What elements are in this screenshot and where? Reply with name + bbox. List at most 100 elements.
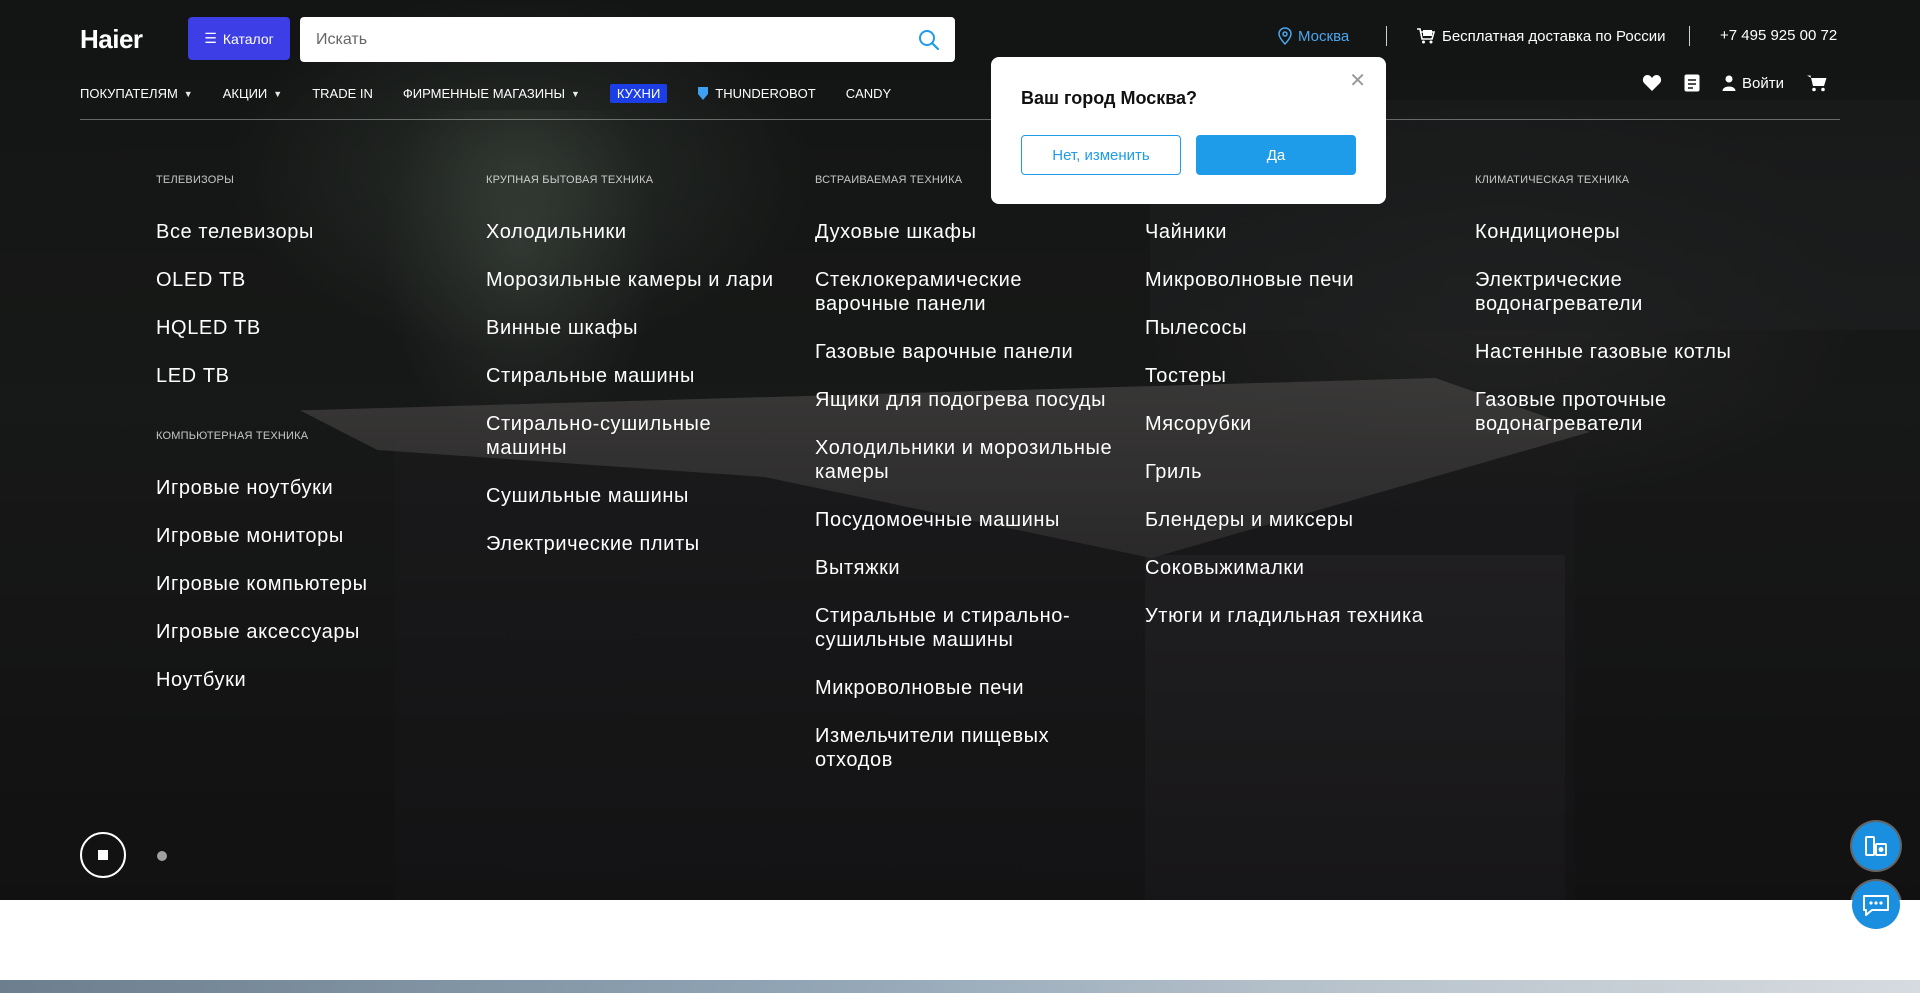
- menu-link[interactable]: Стиральные машины: [486, 364, 774, 388]
- menu-link[interactable]: Утюги и гладильная техника: [1145, 604, 1424, 628]
- menu-link[interactable]: Микроволновые печи: [815, 676, 1115, 700]
- caret-down-icon: ▼: [570, 88, 580, 99]
- menu-link[interactable]: Игровые мониторы: [156, 524, 368, 548]
- nav-divider: [80, 119, 1840, 120]
- search-input[interactable]: [300, 17, 900, 62]
- menu-link[interactable]: Электрические водонагреватели: [1475, 268, 1715, 316]
- city-selector[interactable]: Москва: [1278, 27, 1349, 45]
- chat-button[interactable]: [1852, 881, 1900, 929]
- menu-heading: КРУПНАЯ БЫТОВАЯ ТЕХНИКА: [486, 174, 654, 186]
- menu-heading: КЛИМАТИЧЕСКАЯ ТЕХНИКА: [1475, 174, 1630, 186]
- menu-link[interactable]: Стирально-сушильные машины: [486, 412, 726, 460]
- nav-item-kitchens[interactable]: КУХНИ: [609, 84, 668, 103]
- menu-link[interactable]: Чайники: [1145, 220, 1424, 244]
- catalog-button[interactable]: ☰ Каталог: [188, 17, 290, 60]
- city-name: Москва: [1298, 27, 1350, 45]
- products-widget-button[interactable]: [1852, 822, 1900, 870]
- menu-link[interactable]: Кондиционеры: [1475, 220, 1732, 244]
- menu-column-tv: ТЕЛЕВИЗОРЫ Все телевизоры OLED ТВ HQLED …: [156, 174, 368, 716]
- menu-link[interactable]: Сушильные машины: [486, 484, 774, 508]
- menu-link[interactable]: Тостеры: [1145, 364, 1424, 388]
- menu-column-built-in: ВСТРАИВАЕМАЯ ТЕХНИКА Духовые шкафы Стекл…: [815, 174, 1115, 796]
- nav-label: КУХНИ: [609, 84, 668, 103]
- main-nav: ПОКУПАТЕЛЯМ ▼ АКЦИИ ▼ TRADE IN ФИРМЕННЫЕ…: [80, 84, 921, 103]
- menu-link[interactable]: Игровые компьютеры: [156, 572, 368, 596]
- nav-label: АКЦИИ: [222, 86, 268, 101]
- nav-item-brand-stores[interactable]: ФИРМЕННЫЕ МАГАЗИНЫ ▼: [403, 86, 580, 101]
- menu-link[interactable]: Вытяжки: [815, 556, 1115, 580]
- menu-link[interactable]: Холодильники: [486, 220, 774, 244]
- menu-link[interactable]: Настенные газовые котлы: [1475, 340, 1732, 364]
- menu-link[interactable]: Игровые ноутбуки: [156, 476, 368, 500]
- menu-link[interactable]: Холодильники и морозильные камеры: [815, 436, 1115, 484]
- list-icon: ☰: [204, 30, 217, 46]
- nav-item-customers[interactable]: ПОКУПАТЕЛЯМ ▼: [80, 86, 193, 101]
- popup-title: Ваш город Москва?: [1021, 88, 1198, 108]
- menu-link[interactable]: Все телевизоры: [156, 220, 368, 244]
- menu-link[interactable]: Блендеры и миксеры: [1145, 508, 1424, 532]
- nav-label: THUNDEROBOT: [715, 86, 816, 101]
- menu-link[interactable]: Морозильные камеры и лари: [486, 268, 774, 292]
- location-pin-icon: [1278, 27, 1292, 45]
- menu-link[interactable]: Духовые шкафы: [815, 220, 1115, 244]
- menu-link[interactable]: Пылесосы: [1145, 316, 1424, 340]
- nav-label: ФИРМЕННЫЕ МАГАЗИНЫ: [402, 86, 565, 101]
- menu-link[interactable]: Гриль: [1145, 460, 1424, 484]
- menu-link[interactable]: Соковыжималки: [1145, 556, 1424, 580]
- change-city-button[interactable]: Нет, изменить: [1021, 135, 1181, 175]
- slider-pause-button[interactable]: [80, 832, 126, 878]
- menu-link[interactable]: LED ТВ: [156, 364, 368, 388]
- menu-link[interactable]: Стиральные и стирально-сушильные машины: [815, 604, 1085, 652]
- menu-link[interactable]: Ноутбуки: [156, 668, 368, 692]
- user-icon: [1722, 75, 1736, 91]
- menu-link[interactable]: Посудомоечные машины: [815, 508, 1115, 532]
- menu-link[interactable]: Газовые варочные панели: [815, 340, 1115, 364]
- menu-link[interactable]: Электрические плиты: [486, 532, 774, 556]
- heart-icon[interactable]: [1642, 74, 1662, 92]
- user-actions: Войти: [1642, 74, 1828, 92]
- chat-icon: [1863, 895, 1889, 916]
- search-icon[interactable]: [917, 28, 941, 52]
- menu-column-large-appliances: КРУПНАЯ БЫТОВАЯ ТЕХНИКА Холодильники Мор…: [486, 174, 774, 580]
- menu-link[interactable]: Мясорубки: [1145, 412, 1424, 436]
- cart-icon[interactable]: [1806, 74, 1828, 92]
- next-section-banner: [0, 980, 1920, 993]
- nav-item-thunderobot[interactable]: THUNDEROBOT: [697, 86, 816, 101]
- delivery-info[interactable]: Бесплатная доставка по России: [1416, 27, 1665, 45]
- menu-link[interactable]: Газовые проточные водонагреватели: [1475, 388, 1715, 436]
- compare-icon[interactable]: [1684, 74, 1700, 92]
- nav-item-promotions[interactable]: АКЦИИ ▼: [223, 86, 282, 101]
- cart-delivery-icon: [1417, 28, 1436, 44]
- caret-down-icon: ▼: [273, 88, 283, 99]
- nav-label: TRADE IN: [312, 86, 373, 101]
- close-icon[interactable]: ✕: [1349, 71, 1366, 91]
- search-bar: [300, 17, 955, 62]
- nav-label: CANDY: [845, 86, 892, 101]
- stop-icon: [98, 850, 108, 860]
- login-label: Войти: [1742, 74, 1784, 92]
- menu-link[interactable]: Винные шкафы: [486, 316, 774, 340]
- menu-link[interactable]: OLED ТВ: [156, 268, 368, 292]
- header-divider: [1386, 26, 1387, 46]
- nav-item-trade-in[interactable]: TRADE IN: [312, 86, 373, 101]
- confirm-city-button[interactable]: Да: [1196, 135, 1356, 175]
- phone-number[interactable]: +7 495 925 00 72: [1720, 27, 1837, 44]
- header-divider: [1689, 26, 1690, 46]
- nav-label: ПОКУПАТЕЛЯМ: [80, 86, 178, 101]
- menu-column-climate: КЛИМАТИЧЕСКАЯ ТЕХНИКА Кондиционеры Элект…: [1475, 174, 1732, 460]
- login-button[interactable]: Войти: [1722, 75, 1784, 92]
- slider-dot[interactable]: [157, 851, 167, 861]
- menu-link[interactable]: HQLED ТВ: [156, 316, 368, 340]
- appliances-icon: [1865, 836, 1887, 856]
- menu-link[interactable]: Игровые аксессуары: [156, 620, 368, 644]
- caret-down-icon: ▼: [183, 88, 193, 99]
- nav-item-candy[interactable]: CANDY: [846, 86, 892, 101]
- menu-link[interactable]: Измельчители пищевых отходов: [815, 724, 1065, 772]
- brand-logo[interactable]: Haier: [80, 24, 143, 55]
- city-confirm-popup: Ваш город Москва? ✕ Нет, изменить Да: [991, 57, 1386, 204]
- menu-link[interactable]: Ящики для подогрева посуды: [815, 388, 1115, 412]
- menu-link[interactable]: Стеклокерамические варочные панели: [815, 268, 1065, 316]
- thunderobot-icon: [698, 87, 709, 100]
- menu-column-small-appliances: Чайники Микроволновые печи Пылесосы Тост…: [1145, 174, 1424, 652]
- menu-link[interactable]: Микроволновые печи: [1145, 268, 1424, 292]
